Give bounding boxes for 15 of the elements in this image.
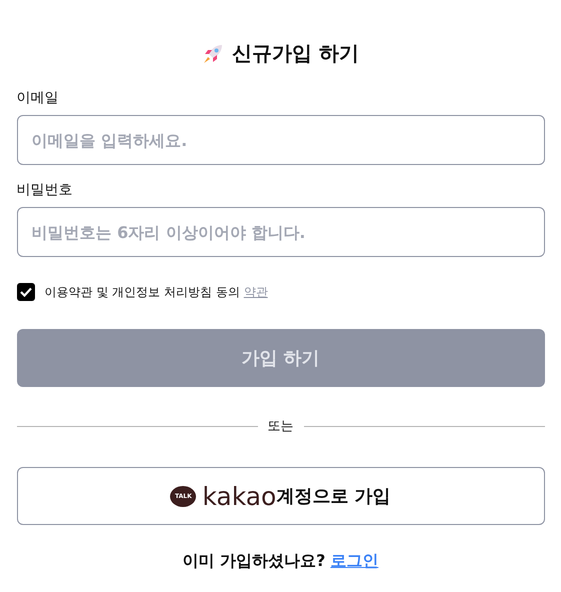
login-link[interactable]: 로그인 bbox=[330, 551, 378, 572]
check-icon bbox=[20, 287, 32, 297]
agree-checkbox[interactable] bbox=[16, 283, 34, 301]
divider-text: 또는 bbox=[268, 418, 294, 435]
agreement-text: 이용약관 및 개인정보 처리방침 동의 bbox=[44, 284, 240, 300]
input-field[interactable]: 이메일을 입력하세요. bbox=[16, 115, 544, 165]
login-prompt: 이미 가입하셨나요? bbox=[182, 551, 326, 572]
kakao-button-label: 계정으로 가입 bbox=[276, 485, 391, 508]
kakao-wordmark: kakao bbox=[202, 482, 276, 510]
input-field[interactable]: 비밀번호는 6자리 이상이어야 합니다. bbox=[16, 207, 544, 257]
field-label: 이메일 bbox=[16, 89, 60, 107]
field-label: 비밀번호 bbox=[16, 181, 74, 199]
rocket-icon bbox=[202, 42, 224, 64]
terms-link[interactable]: 약관 bbox=[244, 284, 268, 300]
page-title: 신규가입 하기 bbox=[232, 40, 359, 67]
